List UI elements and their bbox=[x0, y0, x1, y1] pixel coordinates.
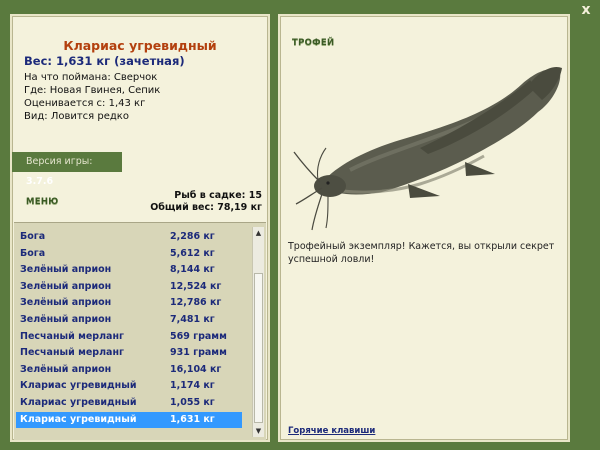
list-item[interactable]: Песчаный мерланг 569 грамм bbox=[16, 329, 242, 345]
arrow-up-icon[interactable]: ▲ bbox=[253, 227, 264, 239]
list-item-name: Зелёный априон bbox=[20, 363, 112, 375]
catfish-image bbox=[293, 66, 562, 231]
list-item-name: Клариас угревидный bbox=[20, 380, 137, 392]
list-item-name: Песчаный мерланг bbox=[20, 330, 124, 342]
list-item[interactable]: Бога 5,612 кг bbox=[16, 246, 242, 262]
list-item-weight: 16,104 кг bbox=[170, 363, 222, 375]
list-item-weight: 1,055 кг bbox=[170, 397, 215, 408]
menu-button[interactable]: МЕНЮ bbox=[26, 197, 59, 207]
arrow-down-icon[interactable]: ▼ bbox=[253, 425, 264, 437]
list-item-weight: 2,286 кг bbox=[170, 231, 215, 242]
list-item-name: Зелёный априон bbox=[20, 297, 112, 309]
list-item[interactable]: Зелёный априон 8,144 кг bbox=[16, 262, 242, 278]
trophy-message: Трофейный экземпляр! Кажется, вы открыли… bbox=[288, 241, 555, 265]
rarity-info: Вид: Ловится редко bbox=[24, 111, 129, 122]
version-label: Версия игры: bbox=[26, 156, 93, 167]
list-item-weight: 7,481 кг bbox=[170, 314, 215, 325]
list-item-name: Клариас угревидный bbox=[20, 397, 137, 408]
list-item[interactable]: Зелёный априон 12,786 кг bbox=[16, 295, 242, 311]
version-badge: Версия игры: 3.7.6 bbox=[12, 152, 122, 187]
list-item-weight: 8,144 кг bbox=[170, 264, 215, 276]
list-item[interactable]: Зелёный априон 7,481 кг bbox=[16, 312, 242, 328]
list-item-weight: 12,786 кг bbox=[170, 297, 222, 309]
close-button[interactable]: x bbox=[578, 2, 594, 18]
list-item-weight: 1,631 кг bbox=[170, 413, 215, 425]
list-item[interactable]: Зелёный априон 16,104 кг bbox=[16, 362, 242, 378]
list-item-name: Песчаный мерланг bbox=[20, 347, 124, 359]
list-item-weight: 1,174 кг bbox=[170, 380, 215, 392]
catch-list[interactable]: Бога 2,286 кг Бога 5,612 кг Зелёный априон 8,… bbox=[14, 222, 266, 440]
list-item-name: Зелёный априон bbox=[20, 280, 112, 292]
list-item[interactable]: Клариас угревидный 1,174 кг bbox=[16, 378, 242, 394]
list-item[interactable]: Песчаный мерланг 931 грамм bbox=[16, 345, 242, 361]
version-number: 3.7.6 bbox=[26, 176, 54, 187]
list-item-name: Клариас угревидный bbox=[20, 413, 137, 425]
close-icon: x bbox=[581, 2, 591, 18]
scroll-thumb[interactable] bbox=[254, 273, 263, 423]
list-item[interactable]: Зелёный априон 12,524 кг bbox=[16, 279, 242, 295]
list-item[interactable]: Клариас угревидный 1,055 кг bbox=[16, 395, 242, 411]
fish-count: Рыб в садке: 15 bbox=[174, 190, 262, 201]
list-item[interactable]: Бога 2,286 кг bbox=[16, 229, 242, 245]
catch-stats: Рыб в садке: 15 Общий вес: 78,19 кг bbox=[150, 190, 262, 214]
list-item-weight: 12,524 кг bbox=[170, 280, 222, 292]
fish-title: Клариас угревидный bbox=[63, 38, 217, 53]
list-item-weight: 569 грамм bbox=[170, 330, 227, 342]
list-scrollbar[interactable]: ▲ ▼ bbox=[252, 227, 264, 437]
fish-weight: Вес: 1,631 кг (зачетная) bbox=[24, 54, 185, 68]
list-item-name: Бога bbox=[20, 231, 46, 242]
list-item[interactable]: Клариас угревидный 1,631 кг bbox=[16, 411, 242, 428]
rating-info: Оценивается с: 1,43 кг bbox=[24, 98, 146, 109]
hotkeys-link[interactable]: Горячие клавиши bbox=[288, 426, 375, 436]
location-info: Где: Новая Гвинея, Сепик bbox=[24, 85, 161, 96]
list-item-weight: 931 грамм bbox=[170, 347, 227, 359]
list-item-weight: 5,612 кг bbox=[170, 247, 215, 259]
trophy-panel: ТРОФЕЙ Трофейный экземпляр! Кажется, вы … bbox=[278, 14, 570, 442]
fish-info-panel: Клариас угревидный Вес: 1,631 кг (зачетн… bbox=[10, 14, 270, 442]
list-item-name: Зелёный априон bbox=[20, 264, 112, 276]
list-item-name: Бога bbox=[20, 247, 46, 259]
list-item-name: Зелёный априон bbox=[20, 314, 112, 325]
total-weight: Общий вес: 78,19 кг bbox=[150, 202, 262, 213]
bait-info: На что поймана: Сверчок bbox=[24, 72, 158, 83]
